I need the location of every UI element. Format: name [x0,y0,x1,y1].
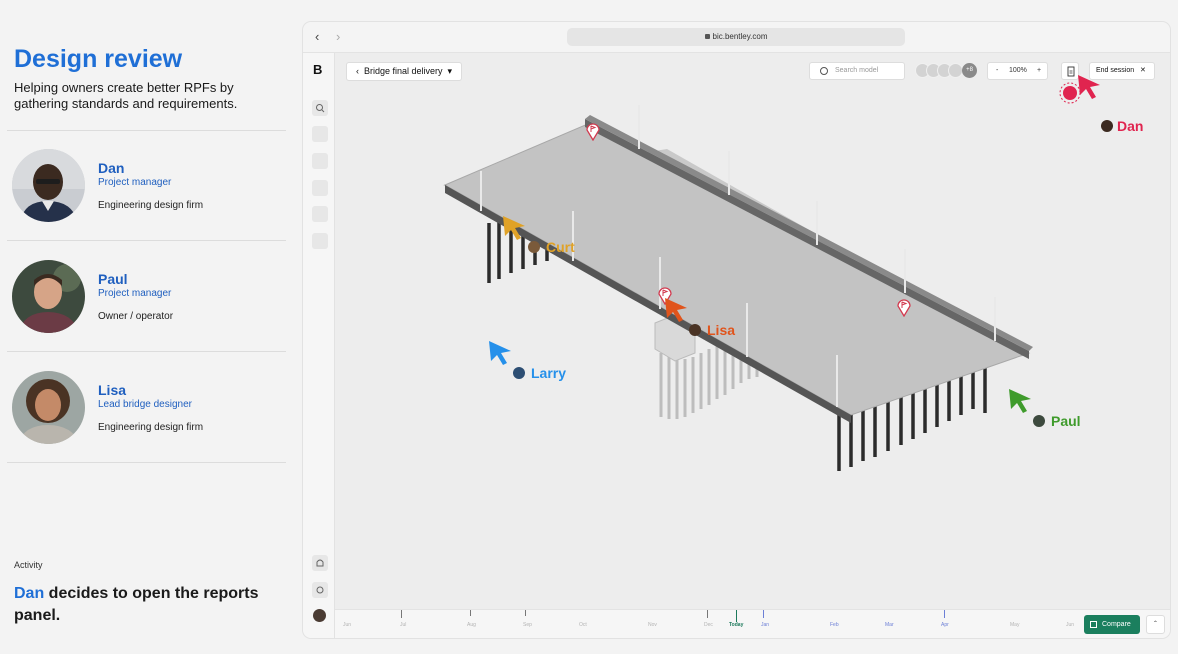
divider [7,130,286,131]
app-logo[interactable]: B [313,62,322,77]
timeline-label: Jun [343,622,352,628]
timeline-label: Mar [885,622,894,628]
url-text: bic.bentley.com [712,32,768,41]
timeline-tick [707,610,708,618]
person-name: Lisa [98,382,127,398]
larry-cursor-label: Larry [531,365,567,381]
person-role: Project manager [98,288,172,299]
user-avatar[interactable] [313,609,326,622]
chevron-up-icon[interactable]: ˆ [1146,615,1165,634]
dan-avatar [1101,120,1113,132]
timeline-label: Jan [761,622,770,628]
tool-button[interactable] [312,126,328,142]
avatar-lisa [12,371,85,444]
dan-cursor-icon [1076,73,1102,104]
timeline-today-label: Today [729,622,744,628]
timeline-label: Nov [648,622,657,628]
address-bar[interactable]: bic.bentley.com [567,28,905,46]
compare-icon [1090,621,1097,628]
paul-cursor-label: Paul [1051,413,1081,429]
lisa-avatar [689,324,701,336]
issue-marker-flag-icon[interactable] [585,121,601,146]
activity-actor: Dan [14,585,45,602]
bridge-model[interactable] [335,53,1170,609]
avatar-dan [12,149,85,222]
timeline-label: Feb [830,622,839,628]
divider [7,351,286,352]
tool-button[interactable] [312,153,328,169]
lisa-cursor-label: Lisa [707,322,736,338]
person-role: Lead bridge designer [98,399,192,410]
chevron-left-icon[interactable]: ‹ [315,29,319,44]
divider [7,462,286,463]
search-tool-button[interactable] [312,100,328,116]
page-subtitle: Helping owners create better RPFs by gat… [14,80,238,111]
browser-window: ‹ › bic.bentley.com B ‹ Bridge final del… [303,22,1170,638]
timeline-label: Aug [467,622,476,628]
person-org: Owner / operator [98,311,174,322]
issue-marker-flag-icon[interactable] [896,297,912,322]
larry-cursor-icon [487,339,513,370]
lock-icon [704,34,710,40]
timeline-label: Apr [941,622,949,628]
tool-rail: B [303,53,335,638]
timeline-label: Jun [1066,622,1075,628]
timeline-tick [401,610,402,618]
person-card-dan: Dan Project manager Engineering design f… [12,149,282,223]
activity-text: Dan decides to open the reports panel. [14,583,289,627]
compare-label: Compare [1102,621,1131,628]
page-title: Design review [14,45,183,73]
browser-toolbar: ‹ › bic.bentley.com [303,22,1170,53]
timeline-label: May [1010,622,1020,628]
timeline-tick [525,610,526,616]
curt-cursor-icon [501,214,527,245]
model-viewer[interactable]: ‹ Bridge final delivery ▾ Search model +… [335,53,1170,609]
timeline-tick [763,610,764,618]
chevron-right-icon[interactable]: › [336,29,340,44]
dan-cursor-label: Dan [1117,118,1144,134]
tool-button[interactable] [312,180,328,196]
tool-button[interactable] [312,206,328,222]
activity-label: Activity [14,560,43,570]
gear-icon[interactable] [312,582,328,598]
curt-cursor-label: Curt [546,239,575,255]
compare-button[interactable]: Compare [1084,615,1140,634]
curt-avatar [528,241,540,253]
person-name: Paul [98,271,128,287]
timeline[interactable]: Jun Jul Aug Sep Oct Nov Dec Today Jan Fe… [335,609,1170,638]
lisa-cursor-icon [663,296,689,327]
person-card-lisa: Lisa Lead bridge designer Engineering de… [12,371,282,445]
bell-icon[interactable] [312,555,328,571]
timeline-label: Oct [579,622,587,628]
person-name: Dan [98,160,125,176]
person-card-paul: Paul Project manager Owner / operator [12,260,282,334]
timeline-tick [944,610,945,618]
timeline-label: Jul [400,622,407,628]
avatar-paul [12,260,85,333]
timeline-today-marker [736,610,737,622]
larry-avatar [513,367,525,379]
timeline-tick [470,610,471,616]
person-org: Engineering design firm [98,200,204,211]
person-role: Project manager [98,177,172,188]
divider [7,240,286,241]
activity-description: decides to open the reports panel. [14,585,259,624]
timeline-label: Sep [523,622,532,628]
timeline-label: Dec [704,622,713,628]
tool-button[interactable] [312,233,328,249]
paul-avatar [1033,415,1045,427]
paul-cursor-icon [1007,387,1033,418]
info-panel: Design review Helping owners create bett… [0,0,300,654]
person-org: Engineering design firm [98,422,204,433]
